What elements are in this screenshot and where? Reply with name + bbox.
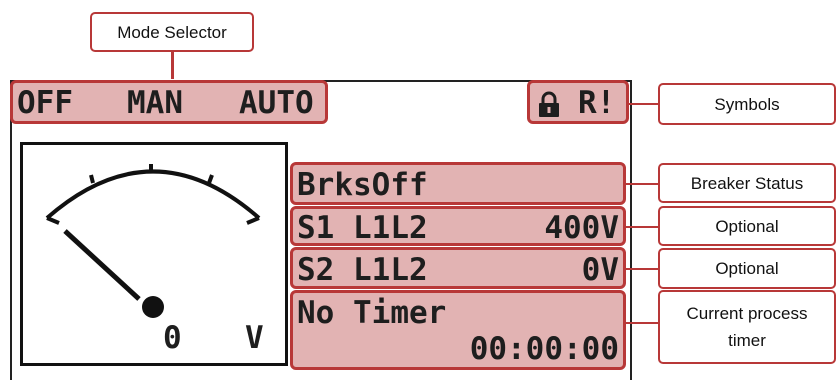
s1-value: 400V — [544, 210, 619, 246]
breaker-status-connector — [626, 183, 658, 185]
mode-selector[interactable]: OFF MAN AUTO — [10, 80, 328, 124]
s1-label: S1 L1L2 — [297, 210, 428, 246]
timer-connector — [626, 322, 658, 324]
s1-callout-label: Optional — [715, 216, 779, 236]
s1-connector — [626, 226, 658, 228]
s2-voltage-row: S2 L1L2 0V — [290, 247, 626, 289]
symbols-callout-label: Symbols — [714, 94, 780, 114]
timer-value: 00:00:00 — [469, 331, 619, 367]
timer-callout-label-line1: Current process — [686, 304, 808, 323]
timer-callout: Current process timer — [658, 290, 836, 364]
gauge-unit: V — [245, 320, 264, 356]
mode-auto[interactable]: AUTO — [239, 85, 314, 121]
s1-voltage-row: S1 L1L2 400V — [290, 206, 626, 246]
process-timer-row: No Timer 00:00:00 — [290, 290, 626, 370]
breaker-status-row: BrksOff — [290, 162, 626, 205]
breaker-status-callout: Breaker Status — [658, 163, 836, 203]
breaker-status-callout-label: Breaker Status — [690, 173, 804, 193]
gauge-pivot — [142, 296, 164, 318]
breaker-status-text: BrksOff — [297, 167, 428, 203]
lock-icon — [539, 91, 559, 117]
s2-callout-label: Optional — [715, 259, 779, 278]
voltage-gauge: 0 V — [20, 142, 288, 366]
symbols-callout: Symbols — [658, 83, 836, 125]
mode-selector-callout: Mode Selector — [90, 12, 254, 52]
timer-callout-label-line2: timer — [728, 331, 766, 350]
s2-value: 0V — [581, 252, 619, 288]
symbols-connector — [629, 103, 658, 105]
alarm-symbol: R! — [578, 85, 616, 121]
symbols-area: R! — [527, 80, 629, 124]
s1-callout: Optional — [658, 206, 836, 246]
s2-callout: Optional — [658, 248, 836, 289]
s2-label: S2 L1L2 — [297, 252, 428, 288]
gauge-value: 0 — [163, 320, 182, 356]
mode-selector-connector — [171, 52, 174, 79]
mode-off[interactable]: OFF — [17, 85, 73, 121]
mode-selector-callout-label: Mode Selector — [117, 22, 227, 42]
gauge-needle — [63, 229, 141, 301]
timer-label: No Timer — [297, 295, 447, 331]
mode-man[interactable]: MAN — [127, 85, 183, 121]
s2-connector — [626, 268, 658, 270]
